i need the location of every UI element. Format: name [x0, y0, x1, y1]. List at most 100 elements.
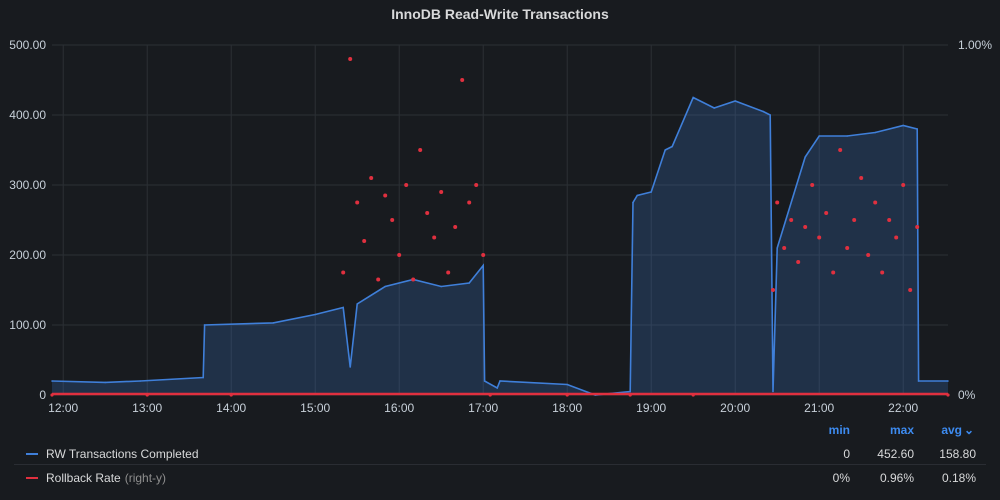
series-line-point — [818, 135, 820, 137]
rollback-point — [775, 200, 780, 205]
rollback-point — [369, 176, 374, 180]
rollback-point — [880, 270, 885, 275]
x-axis-tick-label: 15:00 — [300, 401, 330, 415]
rollback-point — [355, 200, 360, 205]
y-axis-left-tick-label: 0 — [39, 388, 46, 402]
rollback-point — [838, 148, 843, 152]
x-axis-tick-label: 22:00 — [888, 401, 918, 415]
series-line-point — [482, 264, 485, 267]
series-line-point — [671, 145, 673, 148]
legend-header-avg[interactable]: avg — [930, 423, 962, 437]
x-axis-tick-label: 18:00 — [552, 401, 582, 415]
series-line-point — [203, 324, 206, 326]
series-line-point — [902, 124, 904, 127]
legend-header-min[interactable]: min — [820, 423, 850, 437]
graph-panel: InnoDB Read-Write Transactions 0 100.00 20… — [0, 0, 1000, 500]
series-line-point — [629, 390, 631, 393]
legend-series-name[interactable]: RW Transactions Completed — [46, 447, 199, 461]
series-line-point — [769, 114, 771, 116]
x-axis-tick-label: 14:00 — [216, 401, 246, 415]
series-line-point — [713, 107, 715, 109]
rollback-point — [908, 288, 913, 292]
rollback-point — [383, 193, 388, 198]
x-axis-tick-label: 12:00 — [48, 401, 78, 415]
series-line-point — [762, 110, 764, 113]
series-line-point — [632, 201, 634, 204]
series-line-point — [349, 366, 352, 368]
series-line-point — [947, 380, 949, 382]
rollback-point — [824, 211, 829, 215]
rollback-point — [782, 246, 787, 250]
rollback-point — [887, 218, 892, 222]
series-line-point — [342, 306, 345, 309]
rollback-point — [474, 183, 479, 187]
rollback-point — [411, 277, 416, 282]
rollback-point — [852, 218, 857, 222]
series-line-point — [664, 149, 666, 151]
series-line-point — [499, 380, 501, 382]
x-axis-tick-label: 16:00 — [384, 401, 414, 415]
rollback-point — [446, 270, 451, 275]
rollback-point — [481, 253, 486, 257]
rollback-point — [467, 200, 472, 205]
legend-avg-value: 158.80 — [939, 447, 976, 461]
y-axis-left-tick-label: 500.00 — [9, 38, 46, 52]
rollback-point — [873, 200, 878, 205]
legend-max-value: 0.96% — [879, 471, 914, 485]
legend-row-divider — [14, 464, 986, 465]
legend-series-name[interactable]: Rollback Rate (right-y) — [46, 471, 166, 485]
series-area-fill — [52, 97, 948, 395]
rollback-point — [866, 253, 871, 257]
y-axis-left-tick-label: 400.00 — [9, 108, 46, 122]
legend-header-max[interactable]: max — [870, 423, 914, 437]
rollback-point — [362, 239, 367, 243]
series-line-point — [440, 285, 443, 288]
rollback-point — [348, 57, 353, 61]
series-line-point — [496, 387, 499, 389]
rollback-point — [796, 260, 801, 264]
series-line-point — [636, 194, 638, 197]
legend-min-value: 0 — [843, 447, 850, 461]
series-line-point — [776, 247, 778, 249]
series-line-point — [874, 131, 876, 134]
rollback-point — [915, 225, 920, 229]
series-line-point — [202, 376, 204, 379]
rollback-point — [810, 183, 815, 187]
rollback-point — [453, 225, 458, 229]
x-axis-tick-label: 17:00 — [468, 401, 498, 415]
rollback-point — [901, 183, 906, 187]
legend-row[interactable]: Rollback Rate (right-y) 0% 0.96% 0.18% — [0, 466, 1000, 492]
rollback-point — [845, 246, 850, 250]
series-line-point — [650, 191, 652, 193]
series-line-point — [483, 380, 486, 382]
x-axis-tick-label: 19:00 — [636, 401, 666, 415]
series-color-swatch[interactable] — [26, 477, 38, 479]
y-axis-left-tick-label: 300.00 — [9, 178, 46, 192]
y-axis-right-tick-label: 0% — [958, 388, 976, 402]
legend-series-label: RW Transactions Completed — [46, 447, 199, 461]
legend-series-label: Rollback Rate — [46, 471, 121, 485]
rollback-point — [817, 235, 822, 240]
y-axis-right-tick-label: 1.00% — [958, 38, 992, 52]
rollback-point — [404, 183, 409, 187]
rollback-point — [771, 288, 775, 292]
series-line-point — [356, 303, 359, 305]
legend-row[interactable]: RW Transactions Completed 0 452.60 158.8… — [0, 442, 1000, 468]
series-color-swatch[interactable] — [26, 453, 38, 455]
series-line-point — [916, 128, 918, 130]
rollback-point — [831, 270, 836, 275]
rollback-point — [397, 253, 402, 257]
x-axis-tick-label: 21:00 — [804, 401, 834, 415]
series-line-point — [734, 100, 736, 102]
rollback-point — [418, 148, 423, 152]
series-line-point — [772, 390, 774, 393]
chart-area[interactable]: 0 100.00 200.00 300.00 400.00 500.00 0% 1.00% 12… — [0, 0, 1000, 420]
y-axis-left-tick-label: 200.00 — [9, 248, 46, 262]
sort-caret-icon[interactable]: ⌄ — [964, 423, 976, 437]
rollback-point — [341, 270, 346, 275]
rollback-point — [425, 211, 430, 215]
legend-max-value: 452.60 — [877, 447, 914, 461]
legend-avg-value: 0.18% — [941, 471, 976, 485]
legend-min-value: 0% — [832, 471, 850, 485]
series-line-point — [314, 313, 317, 316]
